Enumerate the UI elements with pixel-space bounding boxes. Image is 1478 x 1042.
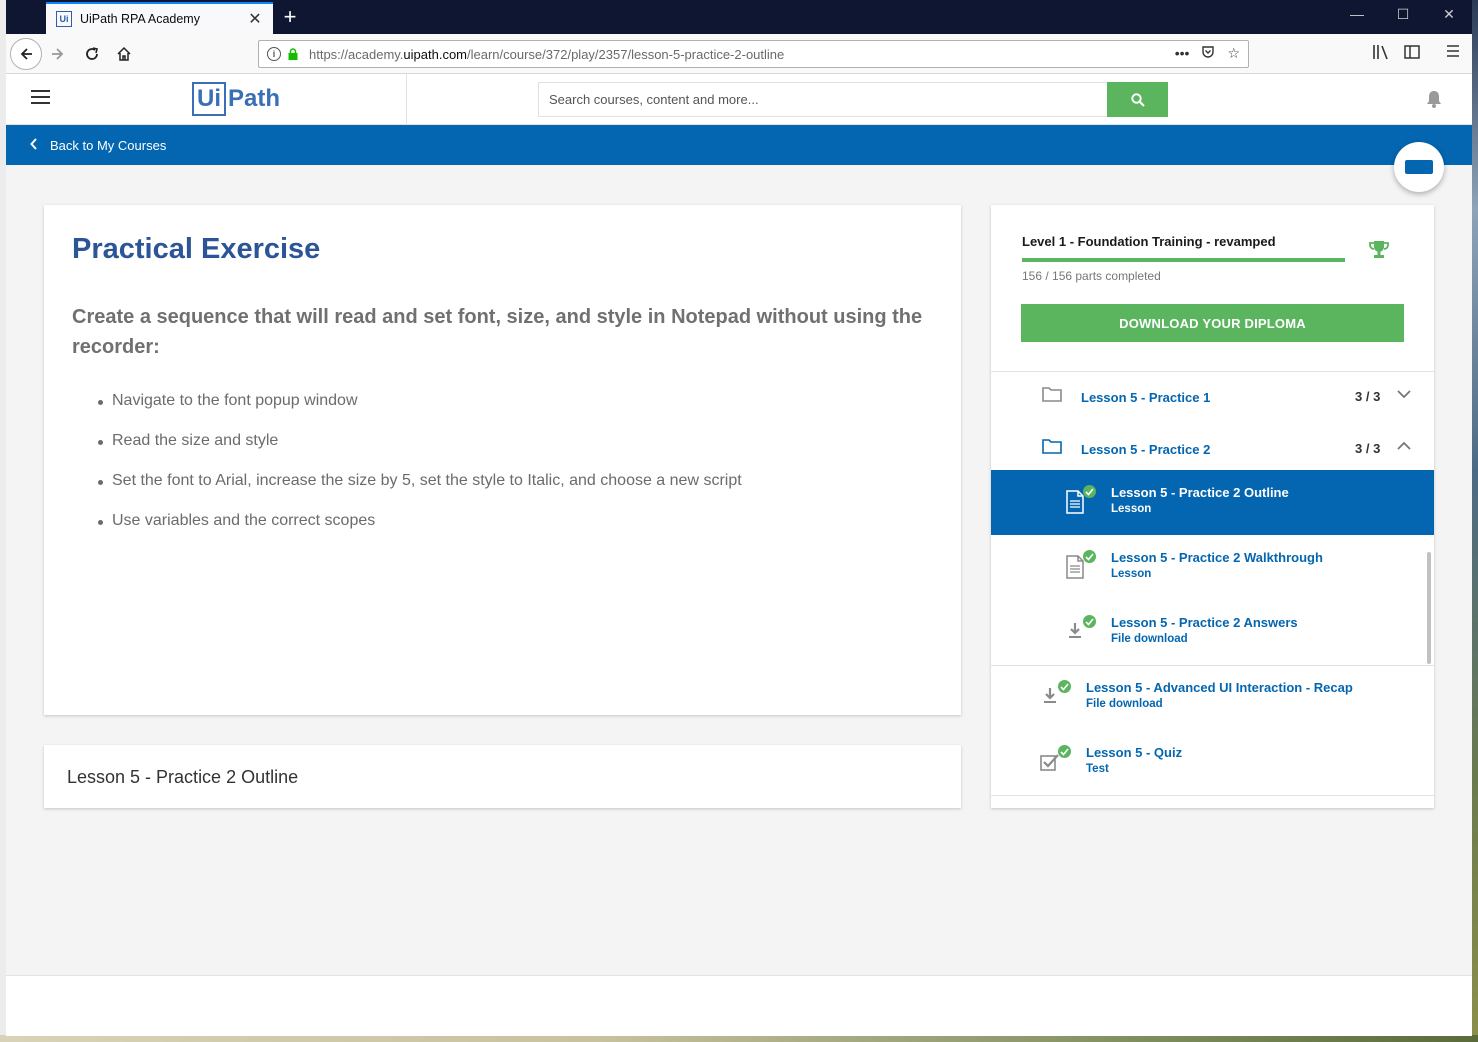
forward-button[interactable] [42,38,74,70]
exercise-steps-list: Navigate to the font popup window Read t… [72,392,933,530]
browser-tab[interactable]: Ui UiPath RPA Academy ✕ [46,2,273,34]
reload-button[interactable] [76,38,108,70]
download-icon [1069,623,1081,638]
address-bar[interactable]: i https://academy.uipath.com/learn/cours… [258,40,1249,68]
lesson-title: Lesson 5 - Practice 2 Outline [67,767,299,787]
completed-check-icon [1058,680,1071,693]
folder-count: 3 / 3 [1355,441,1381,456]
desktop-background-bottom [0,1035,1478,1042]
scrollbar-thumb[interactable] [1427,552,1431,664]
download-diploma-button[interactable]: DOWNLOAD YOUR DIPLOMA [1021,304,1404,342]
item-type: File download [1111,633,1188,645]
completed-check-icon [1083,550,1096,563]
chevron-down-icon[interactable] [1397,386,1411,402]
tab-title: UiPath RPA Academy [80,12,200,26]
home-icon [117,46,131,61]
course-progress-bar [1022,258,1345,262]
folder-count: 3 / 3 [1355,389,1381,404]
sidebar-toggle-icon[interactable] [1404,44,1420,65]
bookmark-star-icon[interactable]: ☆ [1227,45,1240,62]
completed-check-icon [1083,485,1096,498]
exercise-content-card: Practical Exercise Create a sequence tha… [44,205,961,715]
divider [991,795,1434,796]
browser-titlebar: Ui UiPath RPA Academy ✕ + — ☐ ✕ [6,0,1472,34]
floating-toggle-button[interactable] [1394,142,1444,192]
item-title: Lesson 5 - Practice 2 Walkthrough [1111,550,1323,565]
folder-lesson-5-practice-2[interactable]: Lesson 5 - Practice 2 3 / 3 [991,424,1434,476]
back-to-courses-link[interactable]: Back to My Courses [50,138,166,153]
page-actions-icon[interactable]: ••• [1175,45,1190,62]
document-icon [1066,555,1084,579]
item-title: Lesson 5 - Quiz [1086,745,1183,760]
completed-check-icon [1058,745,1071,758]
lock-icon [288,48,298,60]
site-header: Ui Path Search courses, content and more… [6,74,1472,125]
item-title: Lesson 5 - Practice 2 Outline [1111,485,1289,500]
minimize-button[interactable]: — [1347,6,1367,22]
back-button[interactable] [10,38,42,70]
list-item: Navigate to the font popup window [98,392,933,410]
parts-completed-text: 156 / 156 parts completed [1022,269,1161,283]
browser-window: Ui UiPath RPA Academy ✕ + — ☐ ✕ i https:… [6,0,1472,1036]
uipath-favicon-icon: Ui [56,11,72,27]
item-title: Lesson 5 - Practice 2 Answers [1111,615,1298,630]
folder-icon [1042,387,1062,402]
lesson-title-card: Lesson 5 - Practice 2 Outline [44,745,961,808]
list-item: Read the size and style [98,432,933,450]
item-type: Lesson [1111,568,1152,580]
folder-label: Lesson 5 - Practice 1 [1081,390,1211,405]
new-tab-button[interactable]: + [278,4,302,30]
list-item[interactable]: Lesson 5 - Practice 2 Walkthrough Lesson [991,535,1434,600]
list-item: Set the font to Arial, increase the size… [98,472,933,490]
item-type: Test [1086,763,1109,775]
chevron-up-icon[interactable] [1397,438,1411,454]
close-window-button[interactable]: ✕ [1439,6,1459,23]
course-name: Level 1 - Foundation Training - revamped [1022,234,1276,249]
download-icon [1044,688,1056,703]
back-to-courses-bar[interactable]: Back to My Courses [6,125,1472,165]
folder-lesson-5-practice-1[interactable]: Lesson 5 - Practice 1 3 / 3 [991,372,1434,424]
list-item[interactable]: Lesson 5 - Practice 2 Answers File downl… [991,600,1434,665]
course-progress-fill [1022,258,1345,262]
search-input[interactable]: Search courses, content and more... [538,82,1108,117]
close-tab-icon[interactable]: ✕ [247,9,263,29]
item-title: Lesson 5 - Advanced UI Interaction - Rec… [1086,680,1353,695]
uipath-logo[interactable]: Ui Path [192,82,280,116]
exercise-subtitle: Create a sequence that will read and set… [72,306,923,358]
list-item: Use variables and the correct scopes [98,512,933,530]
header-divider [406,74,407,125]
trophy-icon [1368,239,1390,266]
chevron-left-icon [30,137,38,153]
quiz-check-icon [1040,754,1059,771]
item-type: Lesson [1111,503,1152,515]
completed-check-icon [1083,615,1096,628]
library-icon[interactable] [1372,44,1390,65]
page-footer [6,975,1472,1036]
search-icon [1130,92,1145,107]
course-progress-panel: Level 1 - Foundation Training - revamped… [991,205,1434,808]
forward-arrow-icon [52,48,64,60]
reload-icon [86,47,98,60]
list-item[interactable]: Lesson 5 - Practice 2 Outline Lesson [991,470,1434,535]
pocket-icon[interactable] [1201,45,1215,62]
maximize-button[interactable]: ☐ [1393,6,1413,23]
exercise-title: Practical Exercise [72,233,321,265]
item-type: File download [1086,698,1163,710]
hamburger-menu-icon[interactable] [31,90,50,108]
folder-icon [1042,439,1062,454]
notification-bell-icon[interactable] [1424,89,1444,114]
list-item[interactable]: Lesson 5 - Quiz Test [991,730,1434,795]
panel-icon [1405,160,1433,174]
search-button[interactable] [1107,82,1168,117]
list-item[interactable]: Lesson 5 - Advanced UI Interaction - Rec… [991,665,1434,730]
home-button[interactable] [108,38,140,70]
document-icon [1066,490,1084,514]
menu-icon[interactable] [1446,44,1460,63]
site-info-icon[interactable]: i [267,47,281,61]
back-arrow-icon [20,48,32,60]
folder-label: Lesson 5 - Practice 2 [1081,442,1211,457]
browser-navbar: i https://academy.uipath.com/learn/cours… [6,34,1472,74]
url-text: https://academy.uipath.com/learn/course/… [309,46,785,62]
